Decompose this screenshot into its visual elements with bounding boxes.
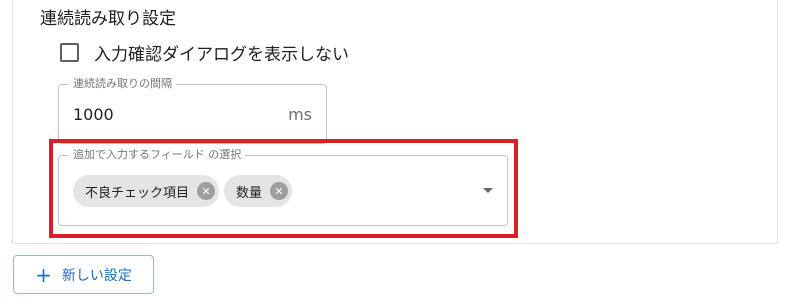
hide-confirm-dialog-label[interactable]: 入力確認ダイアログを表示しない	[94, 40, 349, 65]
interval-input-value[interactable]: 1000	[73, 105, 114, 124]
field-select[interactable]: 追加で入力するフィールド の選択 不良チェック項目 ✕ 数量 ✕	[58, 148, 508, 226]
interval-field[interactable]: 連続読み取りの間隔 1000 ms	[58, 77, 327, 144]
interval-unit: ms	[288, 105, 312, 124]
hide-confirm-dialog-checkbox[interactable]	[60, 43, 79, 62]
new-setting-button[interactable]: + 新しい設定	[13, 255, 154, 294]
new-setting-label: 新しい設定	[61, 267, 132, 284]
chip-defect-check: 不良チェック項目 ✕	[73, 175, 220, 207]
hide-confirm-dialog-row[interactable]: 入力確認ダイアログを表示しない	[60, 40, 349, 65]
field-select-legend: 追加で入力するフィールド の選択	[69, 148, 246, 162]
chip-quantity: 数量 ✕	[224, 175, 293, 207]
chip-label: 不良チェック項目	[85, 185, 190, 201]
chip-label: 数量	[236, 185, 263, 201]
section-title: 連続読み取り設定	[40, 9, 176, 29]
plus-icon: +	[35, 262, 52, 287]
chip-remove-icon[interactable]: ✕	[270, 182, 289, 200]
interval-field-legend: 連続読み取りの間隔	[69, 77, 176, 91]
chip-remove-icon[interactable]: ✕	[197, 182, 216, 200]
dropdown-arrow-icon[interactable]	[483, 188, 493, 193]
selected-chips: 不良チェック項目 ✕ 数量 ✕	[73, 175, 293, 207]
